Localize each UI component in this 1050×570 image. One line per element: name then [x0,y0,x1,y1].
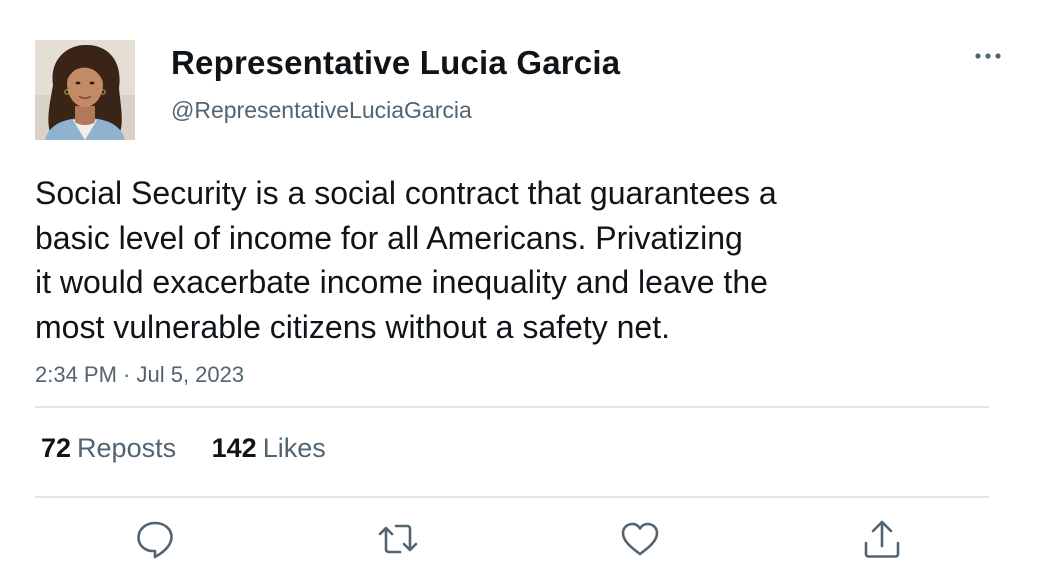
reposts-label: Reposts [77,433,177,463]
divider [35,406,989,408]
tweet-card: Representative Lucia Garcia @Representat… [0,0,1050,570]
heart-icon [621,522,659,556]
more-options-button[interactable] [968,44,1008,68]
share-icon [864,520,900,558]
user-handle[interactable]: @RepresentativeLuciaGarcia [171,97,472,124]
profile-photo-icon [35,40,135,140]
likes-stat[interactable]: 142 Likes [212,433,326,464]
reply-icon [137,521,173,559]
divider [35,496,989,498]
reply-button[interactable] [133,517,177,561]
display-name[interactable]: Representative Lucia Garcia [171,44,620,82]
likes-count: 142 [211,433,257,463]
tweet-timestamp[interactable]: 2:34 PM · Jul 5, 2023 [35,362,244,388]
reposts-count: 72 [41,433,72,463]
like-button[interactable] [618,517,662,561]
repost-icon [378,524,418,554]
share-button[interactable] [860,517,904,561]
reposts-stat[interactable]: 72 Reposts [41,433,176,464]
tweet-text: Social Security is a social contract tha… [35,175,777,345]
more-dots-icon [975,53,1001,59]
likes-label: Likes [262,433,326,463]
avatar[interactable] [35,40,135,140]
engagement-stats: 72 Reposts 142 Likes [41,433,354,464]
repost-button[interactable] [376,517,420,561]
